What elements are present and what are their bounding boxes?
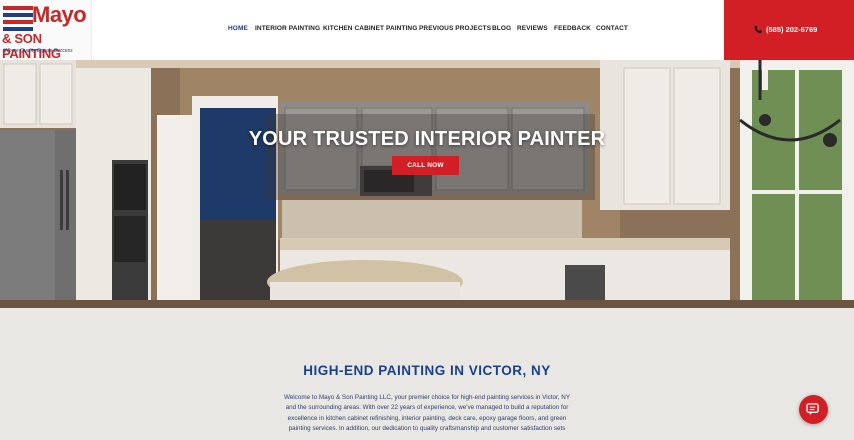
- logo-stripes-icon: [3, 6, 33, 32]
- logo-brand-top: Mayo: [32, 2, 87, 27]
- nav-interior-painting[interactable]: INTERIOR PAINTING: [255, 25, 320, 32]
- call-now-button[interactable]: CALL NOW: [392, 156, 459, 175]
- intro-line: Welcome to Mayo & Son Painting LLC, your…: [283, 394, 571, 401]
- nav-contact[interactable]: CONTACT: [596, 25, 628, 32]
- nav-blog[interactable]: BLOG: [492, 25, 511, 32]
- intro-line: excellence in kitchen cabinet refinishin…: [287, 414, 567, 422]
- section-title: HIGH-END PAINTING IN VICTOR, NY: [303, 363, 551, 378]
- phone-icon: [754, 25, 762, 34]
- logo-tagline: Where Quality Equals Success: [4, 48, 73, 54]
- intro-line: and the surrounding areas. With over 22 …: [285, 404, 569, 412]
- chat-icon: [806, 403, 819, 416]
- logo-brand-bottom: & SON PAINTING: [2, 31, 61, 60]
- intro-paragraph: Welcome to Mayo & Son Painting LLC, your…: [242, 393, 612, 435]
- intro-section: HIGH-END PAINTING IN VICTOR, NY Welcome …: [0, 308, 854, 440]
- chat-button[interactable]: [799, 395, 828, 424]
- hero-title: YOUR TRUSTED INTERIOR PAINTER: [248, 128, 606, 150]
- nav-home[interactable]: HOME: [228, 25, 248, 32]
- intro-line: painting services. In addition, our dedi…: [288, 425, 566, 433]
- hero-banner: YOUR TRUSTED INTERIOR PAINTER CALL NOW: [0, 60, 854, 308]
- site-header: Mayo & SON PAINTING Where Quality Equals…: [0, 0, 854, 60]
- nav-feedback[interactable]: FEEDBACK: [554, 25, 591, 32]
- nav-reviews[interactable]: REVIEWS: [517, 25, 548, 32]
- phone-number: (585) 202-6769: [766, 25, 818, 34]
- site-logo[interactable]: Mayo & SON PAINTING Where Quality Equals…: [0, 0, 92, 60]
- nav-previous-projects[interactable]: PREVIOUS PROJECTS: [419, 25, 491, 32]
- nav-kitchen-cabinet-painting[interactable]: KITCHEN CABINET PAINTING: [323, 25, 417, 32]
- phone-button[interactable]: (585) 202-6769: [724, 0, 854, 60]
